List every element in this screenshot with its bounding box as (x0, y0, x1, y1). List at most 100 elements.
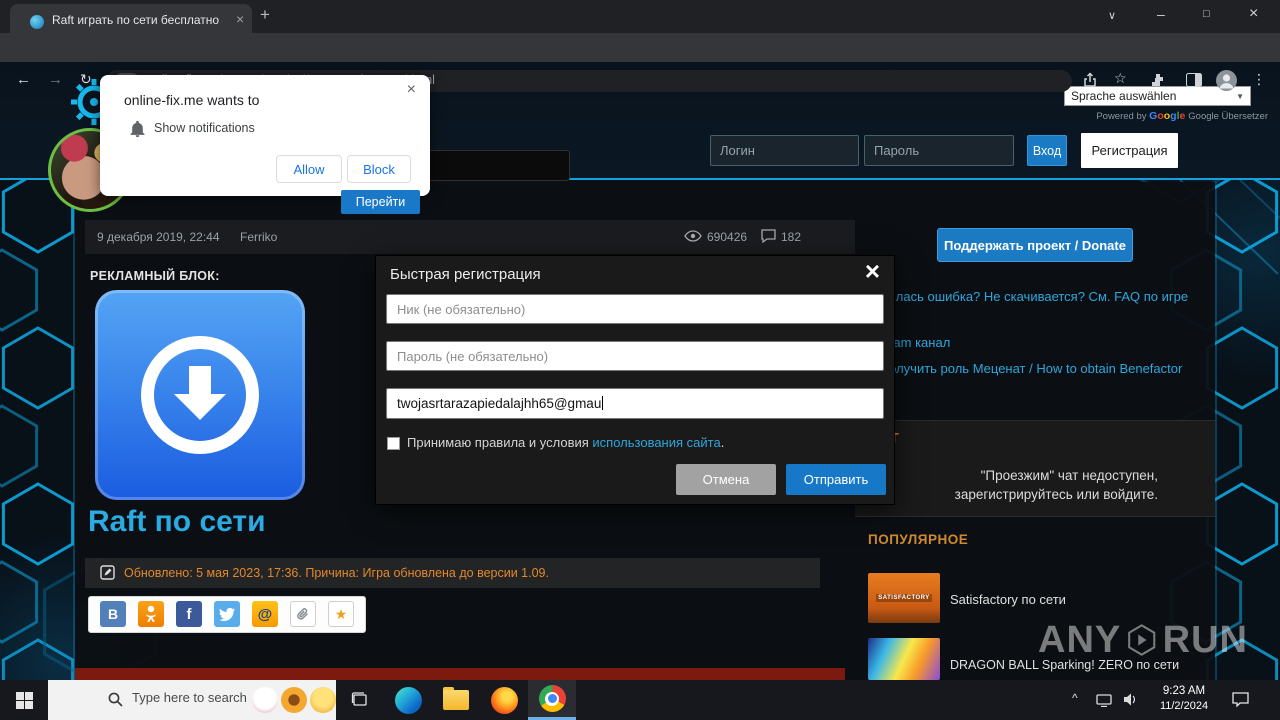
views-count: 690426 (707, 230, 748, 244)
modal-password-input[interactable] (386, 341, 884, 371)
anyrun-watermark: ANY RUN (1038, 612, 1248, 668)
chat-message: "Проезжим" чат недоступен, зарегистрируй… (880, 466, 1158, 504)
profile-avatar[interactable] (1216, 70, 1237, 91)
go-button[interactable]: Перейти (341, 190, 420, 214)
volume-icon[interactable] (1124, 693, 1138, 706)
extensions-icon[interactable] (1150, 72, 1166, 88)
block-button[interactable]: Block (347, 155, 411, 183)
firefox-taskbar-button[interactable] (480, 680, 528, 720)
translator-label: Google Übersetzer (1188, 111, 1268, 122)
refresh-icon[interactable]: ↻ (80, 71, 92, 88)
terms-checkbox[interactable] (387, 437, 400, 450)
share-icon[interactable] (1082, 72, 1098, 88)
ad-banner-download-icon[interactable] (95, 290, 305, 500)
browser-tab[interactable]: Raft играть по сети бесплатно × (10, 4, 252, 33)
popular-item-thumbnail[interactable]: SATISFACTORY (868, 573, 940, 623)
bookmark-star-icon[interactable]: ☆ (1114, 70, 1127, 87)
sidebar-link-telegram[interactable]: Telegram канал (858, 334, 1212, 351)
login-button[interactable]: Вход (1027, 135, 1067, 166)
comments-icon (761, 229, 776, 243)
firefox-icon (490, 686, 518, 714)
article-date: 9 декабря 2019, 22:44 (97, 230, 220, 244)
chat-message-line1: "Проезжим" чат недоступен, (980, 468, 1158, 483)
search-icon (108, 692, 123, 707)
translate-attribution: Powered by Google Google Übersetzer (1020, 110, 1268, 122)
allow-button[interactable]: Allow (276, 155, 342, 183)
ad-block-label: РЕКЛАМНЫЙ БЛОК: (90, 269, 220, 283)
modal-title: Быстрая регистрация (390, 266, 541, 283)
right-accent-line (1215, 182, 1217, 680)
nickname-input[interactable] (386, 294, 884, 324)
network-icon[interactable] (1096, 694, 1112, 707)
marigold-emoji-icon[interactable] (310, 687, 336, 713)
terms-link[interactable]: использования сайта (592, 435, 720, 450)
google-logo: Google (1149, 110, 1186, 122)
donate-button[interactable]: Поддержать проект / Donate (937, 228, 1133, 262)
vk-icon[interactable]: В (100, 601, 126, 627)
file-explorer-icon (443, 687, 469, 710)
flower-emoji-icon[interactable] (281, 687, 307, 713)
edit-icon (100, 565, 115, 580)
maximize-button[interactable]: □ (1203, 8, 1210, 20)
edge-taskbar-button[interactable] (384, 680, 432, 720)
task-view-button[interactable] (336, 680, 384, 720)
sidebar-link-mecenat[interactable]: Как получить роль Меценат / How to obtai… (858, 360, 1212, 394)
notification-permission-popup: online-fix.me wants to × Show notificati… (100, 75, 430, 196)
task-view-icon (351, 692, 367, 706)
new-tab-button[interactable]: + (260, 5, 270, 25)
download-arrow-head (174, 394, 226, 420)
tray-expand-icon[interactable]: ^ (1072, 691, 1078, 705)
favorites-star-icon[interactable]: ★ (328, 601, 354, 627)
language-select-value: Sprache auswählen (1071, 89, 1177, 103)
dropdown-arrow-icon: ▼ (1236, 91, 1244, 101)
action-center-icon[interactable] (1232, 692, 1249, 707)
chrome-taskbar-button[interactable] (528, 680, 576, 720)
article-author[interactable]: Ferriko (240, 230, 277, 244)
comments-count[interactable]: 182 (781, 230, 801, 244)
register-button[interactable]: Регистрация (1081, 133, 1178, 168)
modal-close-icon[interactable]: × (865, 256, 880, 287)
popular-item-title[interactable]: Satisfactory по сети (950, 592, 1212, 607)
mailru-icon[interactable]: @ (252, 601, 278, 627)
terms-suffix: . (720, 435, 725, 450)
system-requirements-bar (75, 668, 845, 680)
facebook-icon[interactable]: f (176, 601, 202, 627)
odnoklassniki-icon[interactable] (138, 601, 164, 627)
permission-request-text: Show notifications (154, 121, 255, 135)
login-input[interactable] (710, 135, 859, 166)
cancel-button[interactable]: Отмена (676, 464, 776, 495)
screen: Вход Регистрация Sprache auswählen ▼ Pow… (0, 0, 1280, 720)
twitter-icon[interactable] (214, 601, 240, 627)
back-icon[interactable]: ← (16, 71, 31, 88)
start-button[interactable] (0, 680, 48, 720)
clock-time: 9:23 AM (1162, 685, 1206, 697)
windows-icon (15, 691, 33, 709)
terms-text: Принимаю правила и условия использования… (407, 435, 724, 450)
quick-registration-modal: Быстрая регистрация × twojasrtarazapieda… (375, 255, 895, 505)
bell-icon (130, 120, 145, 137)
file-explorer-taskbar-button[interactable] (432, 680, 480, 720)
popular-item-thumbnail[interactable] (868, 638, 940, 680)
link-icon[interactable] (290, 601, 316, 627)
chrome-icon (538, 685, 566, 712)
clock-date: 11/2/2024 (1159, 700, 1209, 712)
popup-close-icon[interactable]: × (407, 81, 416, 99)
skull-emoji-icon[interactable] (252, 687, 278, 713)
email-input[interactable]: twojasrtarazapiedalajhh65@gmau (386, 388, 884, 419)
submit-button[interactable]: Отправить (786, 464, 886, 495)
popular-heading: ПОПУЛЯРНОЕ (868, 532, 969, 547)
tab-close-icon[interactable]: × (236, 11, 244, 27)
taskbar-clock[interactable]: 9:23 AM 11/2/2024 (1148, 684, 1220, 713)
side-panel-icon[interactable] (1186, 73, 1202, 87)
sidebar-link-faq[interactable]: Появилась ошибка? Не скачивается? См. FA… (858, 288, 1212, 305)
taskbar-search[interactable] (48, 680, 336, 720)
forward-icon[interactable]: → (48, 71, 63, 88)
popup-title: online-fix.me wants to (124, 92, 260, 108)
password-input[interactable] (864, 135, 1014, 166)
minimize-button[interactable]: – (1157, 6, 1165, 22)
email-value: twojasrtarazapiedalajhh65@gmau (397, 396, 602, 411)
menu-icon[interactable]: ⋮ (1252, 71, 1266, 88)
left-accent-line (73, 182, 75, 680)
window-close-button[interactable]: × (1249, 5, 1258, 23)
tab-search-chevron-icon[interactable]: ∨ (1108, 9, 1116, 22)
